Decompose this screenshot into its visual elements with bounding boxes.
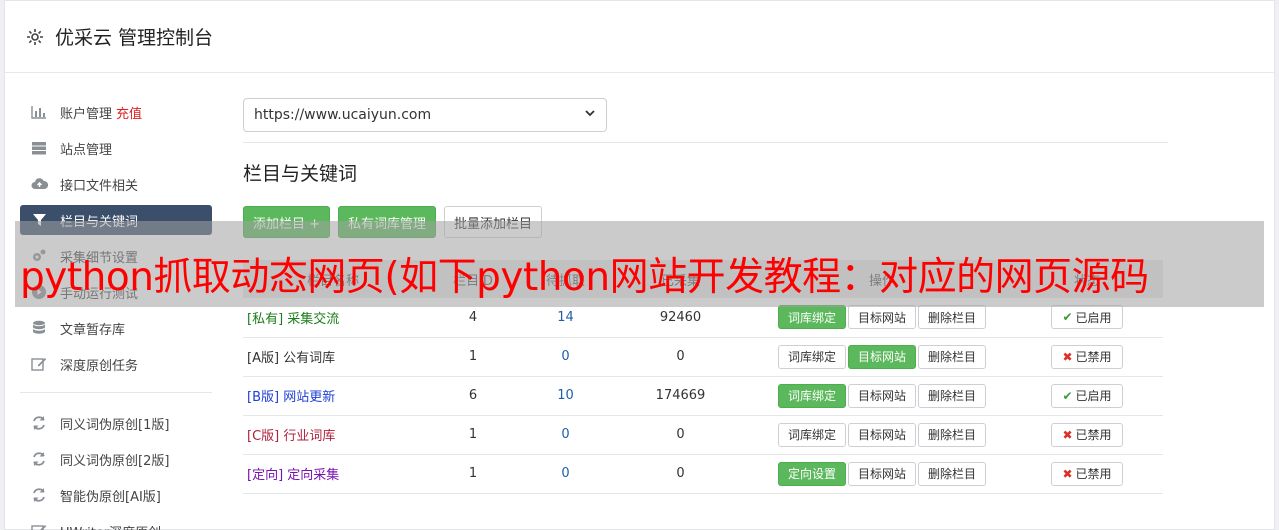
column-name[interactable]: [B版] 网站更新 [243,376,423,415]
column-name[interactable]: [C版] 行业词库 [243,415,423,454]
pending-count[interactable]: 0 [523,415,608,454]
pending-count[interactable]: 10 [523,376,608,415]
sidebar-item-label: UWriter深度原创 [60,522,161,530]
row-actions: 词库绑定 目标网站 删除栏目 [753,337,1011,376]
status-cell: ✔ 已启用 [1011,376,1163,415]
sidebar-item-label: 站点管理 [60,142,113,158]
status-cell: ✖ 已禁用 [1011,415,1163,454]
sidebar-item-b2[interactable]: 智能伪原创[AI版] [20,477,212,513]
delete-column-button[interactable]: 删除栏目 [918,461,987,486]
database-icon [30,319,48,337]
row-actions: 定向设置 目标网站 删除栏目 [753,454,1011,493]
sidebar: 账户管理充值站点管理接口文件相关栏目与关键词采集细节设置手动运行测试文章暂存库深… [20,94,212,530]
delete-column-button[interactable]: 删除栏目 [918,344,987,369]
sidebar-item-a0[interactable]: 账户管理 充值 [20,94,212,130]
sidebar-item-a1[interactable]: 站点管理 [20,130,212,166]
row-actions: 词库绑定 目标网站 删除栏目 [753,415,1011,454]
sidebar-item-b3[interactable]: UWriter深度原创 [20,513,212,530]
status-cell: ✖ 已禁用 [1011,454,1163,493]
status-label: 已禁用 [1075,428,1112,442]
page-title: 优采云 管理控制台 [55,27,214,49]
bind-lexicon-button[interactable]: 词库绑定 [777,383,846,408]
pending-count[interactable]: 0 [523,454,608,493]
sidebar-item-label: 账户管理 [60,106,113,122]
status-toggle-button[interactable]: ✖ 已禁用 [1051,344,1123,369]
table-row: [B版] 网站更新 6 10 174669 词库绑定 目标网站 删除栏目 ✔ 已启用 [243,376,1163,415]
edit-icon [30,522,48,530]
sidebar-item-a6[interactable]: 文章暂存库 [20,310,212,346]
column-id: 1 [468,427,478,442]
collected-count: 0 [676,349,685,364]
bind-lexicon-button[interactable]: 词库绑定 [777,305,846,330]
refresh-icon [30,486,48,504]
caption-text: python抓取动态网页(如下python网站开发教程：对应的网页源码 [20,255,1149,300]
target-site-button[interactable]: 目标网站 [847,383,916,408]
sidebar-divider [20,392,212,393]
status-toggle-button[interactable]: ✔ 已启用 [1051,305,1123,330]
bar-chart-icon [30,103,48,121]
edit-icon [30,355,48,373]
delete-column-button[interactable]: 删除栏目 [918,305,987,330]
collected-count: 0 [676,466,685,481]
status-label: 已禁用 [1075,467,1112,481]
header: 优采云 管理控制台 [5,1,1274,73]
table-row: [A版] 公有词库 1 0 0 词库绑定 目标网站 删除栏目 ✖ 已禁用 [243,337,1163,376]
table-row: [定向] 定向采集 1 0 0 定向设置 目标网站 删除栏目 ✖ 已禁用 [243,454,1163,493]
target-site-button[interactable]: 目标网站 [847,422,916,447]
sidebar-item-label: 文章暂存库 [60,322,126,338]
column-id: 1 [468,466,478,481]
cross-icon: ✖ [1062,349,1073,364]
divider [243,142,1168,143]
table-row: [C版] 行业词库 1 0 0 词库绑定 目标网站 删除栏目 ✖ 已禁用 [243,415,1163,454]
section-title: 栏目与关键词 [243,163,358,185]
column-id: 1 [468,349,478,364]
sidebar-item-a2[interactable]: 接口文件相关 [20,166,212,202]
target-site-button[interactable]: 目标网站 [847,305,916,330]
site-select[interactable]: https://www.ucaiyun.com [243,98,607,132]
status-toggle-button[interactable]: ✔ 已启用 [1051,383,1123,408]
sidebar-item-b0[interactable]: 同义词伪原创[1版] [20,405,212,441]
target-site-button[interactable]: 目标网站 [847,344,916,369]
sidebar-item-label: 智能伪原创[AI版] [60,489,161,505]
cross-icon: ✖ [1062,427,1073,442]
cloud-upload-icon [30,175,48,193]
site-select-value: https://www.ucaiyun.com [254,107,432,123]
status-cell: ✖ 已禁用 [1011,337,1163,376]
column-name[interactable]: [A版] 公有词库 [243,337,423,376]
status-label: 已启用 [1075,389,1112,403]
collected-count: 0 [676,427,685,442]
bind-lexicon-button[interactable]: 词库绑定 [777,422,846,447]
server-icon [30,139,48,157]
sidebar-item-label: 深度原创任务 [60,358,139,374]
chevron-down-icon [584,107,596,123]
delete-column-button[interactable]: 删除栏目 [918,383,987,408]
check-icon: ✔ [1062,388,1073,403]
status-label: 已禁用 [1075,350,1112,364]
status-toggle-button[interactable]: ✖ 已禁用 [1051,461,1123,486]
sidebar-item-label: 接口文件相关 [60,178,139,194]
recharge-link[interactable]: 充值 [116,103,142,122]
cross-icon: ✖ [1062,466,1073,481]
refresh-icon [30,450,48,468]
row-actions: 词库绑定 目标网站 删除栏目 [753,376,1011,415]
bind-lexicon-button[interactable]: 词库绑定 [777,344,846,369]
status-toggle-button[interactable]: ✖ 已禁用 [1051,422,1123,447]
target-site-button[interactable]: 目标网站 [847,461,916,486]
pending-count[interactable]: 0 [523,337,608,376]
gear-icon [25,27,45,47]
refresh-icon [30,414,48,432]
status-label: 已启用 [1075,310,1112,325]
column-name[interactable]: [定向] 定向采集 [243,454,423,493]
sidebar-item-a7[interactable]: 深度原创任务 [20,346,212,382]
collected-count: 174669 [655,388,706,403]
column-id: 6 [468,388,478,403]
sidebar-item-b1[interactable]: 同义词伪原创[2版] [20,441,212,477]
bind-lexicon-button[interactable]: 定向设置 [777,461,846,486]
check-icon: ✔ [1062,310,1073,325]
sidebar-item-label: 同义词伪原创[2版] [60,453,170,469]
delete-column-button[interactable]: 删除栏目 [918,422,987,447]
sidebar-item-label: 同义词伪原创[1版] [60,417,170,433]
